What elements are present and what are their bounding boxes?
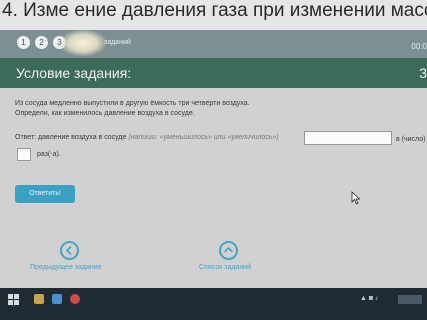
windows-start-icon[interactable] [8, 294, 19, 305]
answer-text-input[interactable] [304, 131, 392, 145]
tasks-link[interactable]: заданий [104, 39, 131, 46]
timer: 00:0 [411, 42, 427, 51]
app-icon[interactable] [70, 294, 80, 304]
browser-icon[interactable] [52, 294, 62, 304]
folder-icon[interactable] [34, 294, 44, 304]
task-content: Из сосуда медленно выпустили в другую ём… [0, 88, 427, 288]
task-header-number: 3 [419, 65, 427, 81]
answer-suffix: в (число) [396, 136, 426, 143]
task-header-title: Условие задания: [16, 65, 132, 81]
step-bar: 1 2 3 заданий 00:0 [0, 30, 427, 58]
task-header: Условие задания: 3 [0, 58, 427, 88]
answer-hint: (напиши: «уменьшилось» или «увеличилось»… [128, 134, 279, 141]
answer-number-input[interactable] [17, 148, 31, 161]
glare-spot [60, 30, 106, 56]
page-title: 4. Изме ение давления газа при изменении… [0, 0, 427, 30]
task-list-link[interactable]: Список заданий [199, 264, 251, 271]
task-line-2: Определи, как изменилось давление воздух… [15, 110, 195, 117]
task-list-icon[interactable] [219, 241, 238, 260]
step-1-button[interactable]: 1 [17, 36, 30, 49]
step-2-button[interactable]: 2 [35, 36, 48, 49]
mouse-cursor-icon [351, 191, 361, 205]
clock-area [398, 295, 422, 304]
answer-prompt: Ответ: давление воздуха в сосуде (напиши… [15, 134, 279, 141]
os-taskbar: ▲ ◙ ♪ [0, 288, 427, 320]
prev-task-icon[interactable] [60, 241, 79, 260]
task-line-1: Из сосуда медленно выпустили в другую ём… [15, 100, 250, 107]
submit-button[interactable]: Ответить! [15, 185, 75, 203]
answer-prefix: Ответ: давление воздуха в сосуде [15, 134, 127, 141]
answer-units: раз(-а). [37, 151, 61, 158]
task-text: Из сосуда медленно выпустили в другую ём… [15, 99, 250, 119]
prev-task-link[interactable]: Предыдущее задание [30, 264, 102, 271]
tray-icons: ▲ ◙ ♪ [360, 295, 379, 302]
